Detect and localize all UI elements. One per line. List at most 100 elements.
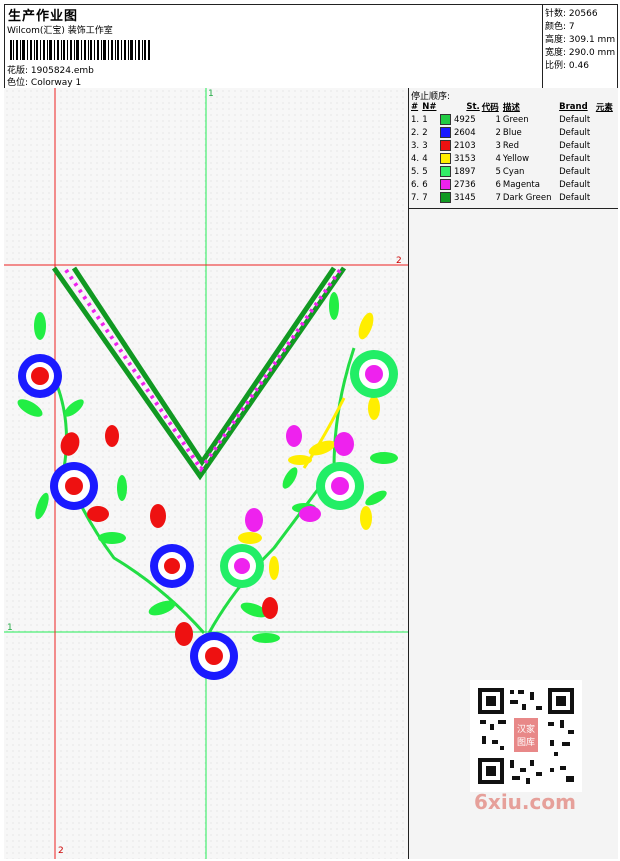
- row-description: Dark Green: [502, 192, 552, 203]
- flower-green-1: [350, 350, 398, 398]
- row-code: 7: [495, 192, 501, 203]
- row-number: 4: [422, 153, 428, 164]
- company-name: Wilcom(汇宝) 装饰工作室: [7, 26, 113, 36]
- row-number: 1: [422, 114, 428, 125]
- guide-label-right: 2: [396, 256, 402, 266]
- row-number: 5: [422, 166, 428, 177]
- stop-sequence-table: # N# St. 代码 描述 Brand 元素 1. 1 4925 1 Green De…: [410, 100, 616, 204]
- row-code: 1: [495, 114, 501, 125]
- yellow-leaves: [234, 312, 380, 582]
- row-code: 2: [495, 127, 501, 138]
- stitch-count: 1897: [453, 167, 476, 177]
- row-index: 6.: [411, 179, 420, 190]
- color-swatch: [440, 140, 452, 151]
- stat-colors: 颜色: 7: [545, 22, 575, 32]
- row-description: Magenta: [502, 179, 540, 190]
- table-row: 1. 1 4925 1 Green Default: [410, 113, 616, 126]
- row-element: [595, 113, 616, 126]
- colorway-label: 色位:: [7, 78, 29, 88]
- flower-green-2: [316, 462, 364, 510]
- stat-scale: 比例: 0.46: [545, 61, 589, 71]
- barcode: [10, 40, 150, 60]
- svg-text:图库: 图库: [517, 736, 535, 748]
- table-row: 5. 5 1897 5 Cyan Default: [410, 165, 616, 178]
- flower-blue-1: [18, 354, 62, 398]
- guide-label-bottom: 2: [58, 846, 64, 856]
- row-code: 5: [495, 166, 501, 177]
- row-description: Red: [502, 140, 520, 151]
- color-swatch: [440, 114, 452, 125]
- row-brand: Default: [559, 192, 591, 203]
- row-code: 6: [495, 179, 501, 190]
- svg-text:汉家: 汉家: [517, 723, 535, 735]
- row-description: Blue: [502, 127, 522, 138]
- table-row: 4. 4 3153 4 Yellow Default: [410, 152, 616, 165]
- row-stitches: 2103: [439, 139, 480, 152]
- row-brand: Default: [559, 127, 591, 138]
- row-number: 2: [422, 127, 428, 138]
- qr-code: 汉家 图库: [470, 680, 582, 792]
- row-number: 3: [422, 140, 428, 151]
- col-brand: Brand: [559, 101, 588, 112]
- table-row: 2. 2 2604 2 Blue Default: [410, 126, 616, 139]
- row-element: [595, 139, 616, 152]
- row-description: Cyan: [502, 166, 525, 177]
- embroidery-preview: 1 2 1 2: [4, 88, 409, 859]
- row-element: [595, 152, 616, 165]
- flower-blue-4: [190, 632, 238, 680]
- row-stitches: 4925: [439, 113, 480, 126]
- col-element: 元素: [595, 102, 613, 113]
- color-swatch: [440, 179, 452, 190]
- color-swatch: [440, 166, 452, 177]
- row-element: [595, 178, 616, 191]
- guide-label-left: 1: [7, 623, 13, 633]
- row-index: 3.: [411, 140, 420, 151]
- page-title: 生产作业图: [8, 9, 79, 24]
- color-swatch: [440, 127, 452, 138]
- stitch-count: 2604: [453, 128, 476, 138]
- row-stitches: 2604: [439, 126, 480, 139]
- row-description: Yellow: [502, 153, 530, 164]
- stitch-count: 3153: [453, 154, 476, 164]
- stat-width: 宽度: 290.0 mm: [545, 48, 616, 58]
- row-stitches: 1897: [439, 165, 480, 178]
- col-index: #: [411, 101, 419, 112]
- row-number: 6: [422, 179, 428, 190]
- table-row: 6. 6 2736 6 Magenta Default: [410, 178, 616, 191]
- design-stats: 针数: 20566 颜色: 7 高度: 309.1 mm 宽度: 290.0 m…: [542, 4, 618, 88]
- qr-code-image: 汉家 图库: [470, 680, 582, 792]
- row-index: 7.: [411, 192, 420, 203]
- colorway-row: 色位: Colorway 1: [7, 75, 81, 88]
- row-stitches: 3145: [439, 191, 480, 204]
- stat-height: 高度: 309.1 mm: [545, 35, 616, 45]
- col-code: 代码: [481, 102, 499, 113]
- stitch-count: 2103: [453, 141, 476, 151]
- col-description: 描述: [502, 102, 520, 113]
- row-code: 3: [495, 140, 501, 151]
- flower-blue-2: [50, 462, 98, 510]
- table-header-row: # N# St. 代码 描述 Brand 元素: [410, 100, 616, 113]
- guide-label-top: 1: [208, 89, 214, 99]
- row-index: 5.: [411, 166, 420, 177]
- table-divider: [409, 208, 618, 209]
- row-brand: Default: [559, 179, 591, 190]
- col-number: N#: [422, 101, 437, 112]
- row-element: [595, 165, 616, 178]
- row-index: 4.: [411, 153, 420, 164]
- row-brand: Default: [559, 166, 591, 177]
- stitch-count: 4925: [453, 115, 476, 125]
- table-row: 7. 7 3145 7 Dark Green Default: [410, 191, 616, 204]
- row-code: 4: [495, 153, 501, 164]
- col-stitches: St.: [466, 101, 480, 112]
- row-stitches: 3153: [439, 152, 480, 165]
- watermark-text: 6xiu.com: [474, 790, 576, 814]
- row-index: 1.: [411, 114, 420, 125]
- color-swatch: [440, 153, 452, 164]
- stat-stitches: 针数: 20566: [545, 9, 598, 19]
- row-element: [595, 191, 616, 204]
- flower-green-3: [220, 544, 264, 588]
- colorway-name: Colorway 1: [30, 78, 82, 88]
- color-swatch: [440, 192, 452, 203]
- row-index: 2.: [411, 127, 420, 138]
- row-stitches: 2736: [439, 178, 480, 191]
